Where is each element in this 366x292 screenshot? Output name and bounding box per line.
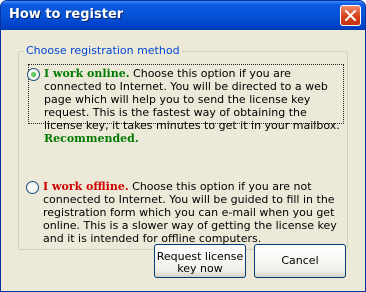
cancel-button[interactable]: Cancel: [254, 244, 346, 278]
close-button[interactable]: [340, 5, 361, 26]
option-offline[interactable]: I work offline. Choose this option if yo…: [26, 178, 344, 245]
window-title: How to register: [9, 7, 124, 22]
group-legend: Choose registration method: [24, 44, 182, 57]
recommended-label: Recommended.: [44, 132, 139, 145]
registration-method-group: Choose registration method I work online…: [18, 44, 348, 250]
request-label-line2: key now: [177, 262, 223, 275]
dialog-body: Choose registration method I work online…: [4, 30, 362, 289]
option-online-text: I work online. Choose this option if you…: [44, 67, 344, 145]
radio-offline[interactable]: [26, 181, 39, 194]
option-offline-heading: I work offline.: [43, 180, 129, 193]
dialog-window: How to register Choose registration meth…: [0, 0, 366, 292]
title-bar[interactable]: How to register: [1, 1, 365, 30]
option-online[interactable]: I work online. Choose this option if you…: [27, 64, 344, 145]
radio-online[interactable]: [27, 68, 40, 81]
close-icon: [345, 10, 356, 21]
option-online-heading: I work online.: [44, 67, 130, 80]
request-license-button[interactable]: Request license key now: [154, 244, 246, 278]
option-offline-text: I work offline. Choose this option if yo…: [43, 180, 343, 245]
